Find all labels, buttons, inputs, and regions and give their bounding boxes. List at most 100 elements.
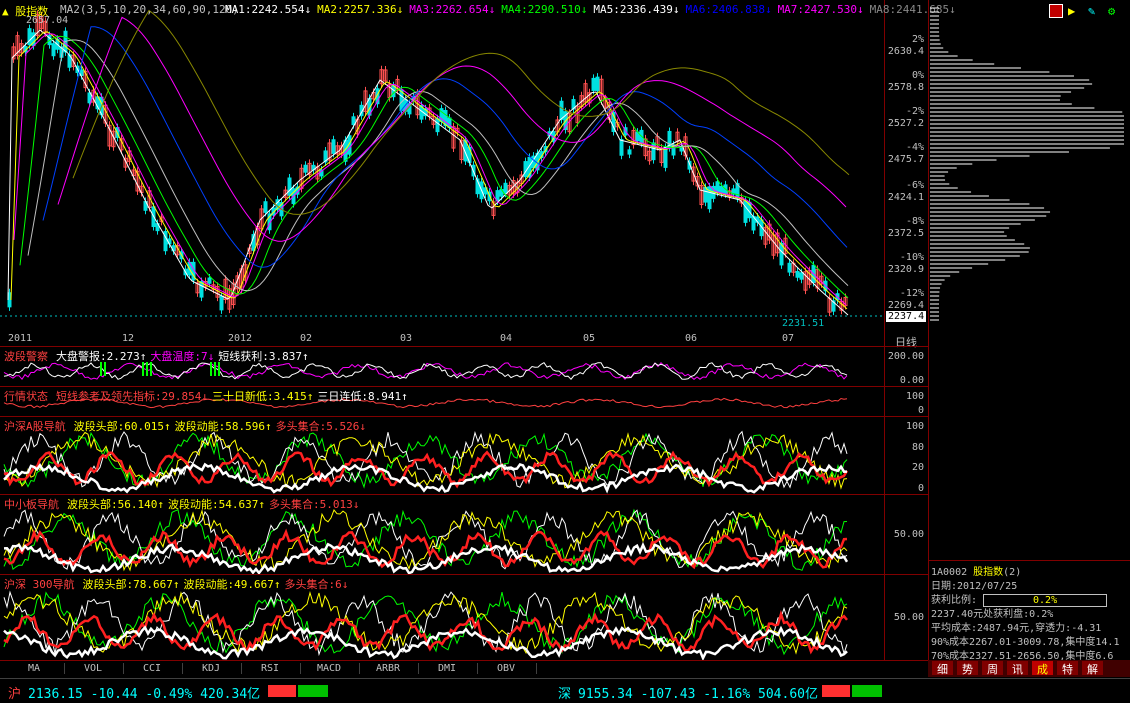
panel-value: 短线参考及领先指标:29.854↓ [56,390,208,403]
indicator-panel[interactable]: 沪深A股导航 波段头部:60.015↑ 波段动能:58.596↑ 多头集合:5.526… [0,416,885,494]
ma-legend-item: MA2:2257.336↓ [317,3,404,16]
panel-label: 波段警察 大盘警报:2.273↑ 大盘温度:7↓ 短线获利:3.837↑ [4,348,313,364]
pct-tick: -10% [899,252,924,263]
candle [287,177,292,196]
chip-distribution-chart [930,7,1124,321]
candle [595,76,600,91]
indicator-panel[interactable]: 中小板导航 波段头部:56.140↑ 波段动能:54.637↑ 多头集合:5.013↓ [0,494,885,574]
panel-value: 波段头部:78.667↑ [82,578,180,591]
date-tick: 2011 [8,333,33,344]
right-tab[interactable]: 讯 [1007,661,1028,676]
date-tick: 02 [300,333,313,344]
panel-label: 沪深 300导航 波段头部:78.667↑ 波段动能:49.667↑ 多头集合:6↓ [4,576,352,592]
ma-legend-item: MA3:2262.654↓ [409,3,496,16]
sh-quote[interactable]: 2136.15 -10.44 -0.49% 420.34亿 [28,683,260,702]
indicator-tab[interactable]: CCI [122,663,183,674]
indicator-panel[interactable]: 波段警察 大盘警报:2.273↑ 大盘温度:7↓ 短线获利:3.837↑ [0,346,885,386]
candle [303,164,308,173]
indicator-tab[interactable]: RSI [240,663,301,674]
ma-legend-item: MA4:2290.510↓ [501,3,588,16]
sh-bar [268,685,328,697]
sz-bar [822,685,882,697]
ma-legend-item: MA5:2336.439↓ [593,3,680,16]
date-tick: 03 [400,333,413,344]
right-tab[interactable]: 解 [1082,661,1103,676]
sz-quote[interactable]: 9155.34 -107.43 -1.16% 504.60亿 [578,683,818,702]
pct-tick: 0% [911,70,924,81]
panel-value: 三十日新低:3.415↑ [211,390,314,403]
price-tick: 2527.2 [887,118,924,129]
status-bar: 沪 2136.15 -10.44 -0.49% 420.34亿 深 9155.3… [0,678,1130,703]
date-tick: 2012 [228,333,253,344]
tool-icon[interactable]: ✎ [1088,4,1095,18]
pct-tick: 2% [911,34,924,45]
pct-tick: -8% [905,216,924,227]
right-tab[interactable]: 周 [982,661,1003,676]
price-tick: 2372.5 [887,228,924,239]
right-tab[interactable]: 成 [1032,661,1053,676]
right-tab[interactable]: 势 [957,661,978,676]
current-price-label: 2237.4 [886,311,927,322]
panel-tick: 80 [911,441,924,453]
info-date: 日期:2012/07/25 [931,581,1018,592]
candle [663,146,668,168]
price-tick: 2578.8 [887,82,924,93]
index-icon: ▲ [2,5,9,18]
candle [715,181,720,193]
chart-icon[interactable] [1049,4,1063,18]
panel-value: 波段动能:58.596↑ [174,420,272,433]
ma-params: MA2(3,5,10,20,34,60,90,120) [60,3,239,16]
panel-value: 多头集合:5.526↓ [275,420,366,433]
candle [627,149,632,155]
info-line2: 平均成本:2487.94元,穿透力:-4.31 [931,623,1102,634]
panel-axis: 100 0 [885,386,928,416]
candle [523,161,528,178]
candle [27,28,32,46]
indicator-tab[interactable]: VOL [63,663,124,674]
ma-legend-item: MA7:2427.530↓ [777,3,864,16]
date-tick: 05 [583,333,596,344]
gear-icon[interactable]: ⚙ [1108,4,1115,18]
panel-tick: 0 [917,405,924,416]
pct-tick: -4% [905,142,924,153]
panel-tick: 0.00 [899,375,924,386]
main-chart-area[interactable]: ▲ 股指数 MA2(3,5,10,20,34,60,90,120) MA1:22… [0,0,956,660]
panel-axis: 200.00 0.00 [885,346,928,386]
indicator-tab[interactable]: MA [4,663,65,674]
panel-label: 行情状态 短线参考及领先指标:29.854↓ 三十日新低:3.415↑ 三日连低:8.… [4,388,412,404]
panel-label: 中小板导航 波段头部:56.140↑ 波段动能:54.637↑ 多头集合:5.013↓ [4,496,363,512]
panel-tick: 50.00 [893,529,924,540]
right-tab[interactable]: 细 [932,661,953,676]
panel-axis: 50.00 [885,574,928,660]
candle [591,77,596,91]
indicator-tab[interactable]: OBV [476,663,537,674]
sh-label: 沪 [8,687,22,702]
ma-line [10,31,848,310]
candle [795,271,800,278]
indicator-panel[interactable]: 行情状态 短线参考及领先指标:29.854↓ 三十日新低:3.415↑ 三日连低:8.… [0,386,885,416]
indicator-tab[interactable]: ARBR [358,663,419,674]
toolbar-icons: ▶ ✎ ⚙ [1044,4,1129,20]
panel-axis: 100 80 20 0 [885,416,928,494]
flag-icon[interactable]: ▶ [1068,4,1075,18]
panel-value: 大盘温度:7↓ [150,350,215,363]
indicator-tab[interactable]: DMI [417,663,478,674]
price-tick: 2475.7 [887,154,924,165]
price-tick: 2630.4 [887,46,924,57]
price-tick: 2320.9 [887,264,924,275]
date-axis: 2011 12 2012 02 03 04 05 06 07 [0,333,885,346]
panel-value: 大盘警报:2.273↑ [56,350,147,363]
pct-tick: -2% [905,106,924,117]
indicator-panel[interactable]: 沪深 300导航 波段头部:78.667↑ 波段动能:49.667↑ 多头集合:6↓ [0,574,885,660]
high-price-label: 2657.04 [26,15,69,26]
info-line3: 90%成本2267.01-3009.78,集中度14.1 [931,637,1120,648]
pct-tick: -6% [905,180,924,191]
right-tabbar: 细势周讯成特解 [928,660,1130,677]
date-tick: 04 [500,333,513,344]
panel-value: 波段头部:56.140↑ [67,498,164,511]
candle [207,277,212,284]
indicator-tab[interactable]: KDJ [181,663,242,674]
candle [51,43,56,57]
right-tab[interactable]: 特 [1057,661,1078,676]
indicator-tab[interactable]: MACD [299,663,360,674]
